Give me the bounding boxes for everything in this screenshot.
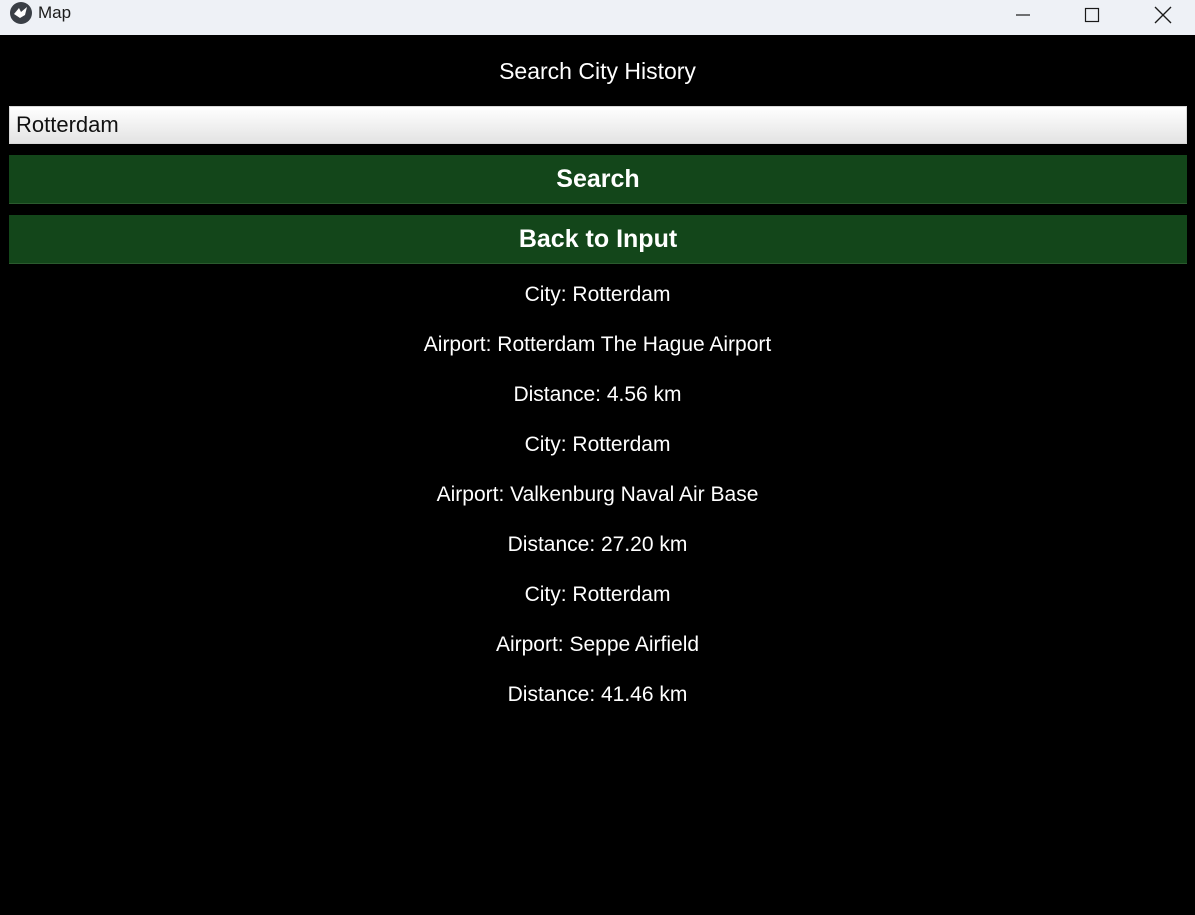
minimize-icon xyxy=(1016,14,1030,16)
window-titlebar: Map xyxy=(0,0,1195,35)
result-distance-line: Distance: 4.56 km xyxy=(513,383,682,406)
result-airport-line: Airport: Rotterdam The Hague Airport xyxy=(423,333,772,356)
result-city-line: City: Rotterdam xyxy=(524,433,671,456)
maximize-icon xyxy=(1084,7,1100,23)
back-to-input-button[interactable]: Back to Input xyxy=(9,215,1187,264)
close-button[interactable] xyxy=(1140,0,1186,30)
search-button[interactable]: Search xyxy=(9,155,1187,204)
maximize-button[interactable] xyxy=(1069,0,1115,30)
result-distance-line: Distance: 27.20 km xyxy=(507,533,688,556)
result-city-line: City: Rotterdam xyxy=(524,283,671,306)
page-title: Search City History xyxy=(499,58,696,84)
result-distance-line: Distance: 41.46 km xyxy=(507,683,688,706)
result-airport-line: Airport: Seppe Airfield xyxy=(495,633,700,656)
city-search-input[interactable] xyxy=(9,106,1187,144)
results-list: City: Rotterdam Airport: Rotterdam The H… xyxy=(0,270,1195,720)
result-airport-line: Airport: Valkenburg Naval Air Base xyxy=(436,483,759,506)
window-title: Map xyxy=(38,3,72,22)
kivy-logo-icon xyxy=(10,2,32,24)
minimize-button[interactable] xyxy=(1000,0,1046,30)
result-city-line: City: Rotterdam xyxy=(524,583,671,606)
close-icon xyxy=(1154,6,1172,24)
app-content: Search City History Search Back to Input… xyxy=(0,35,1195,915)
